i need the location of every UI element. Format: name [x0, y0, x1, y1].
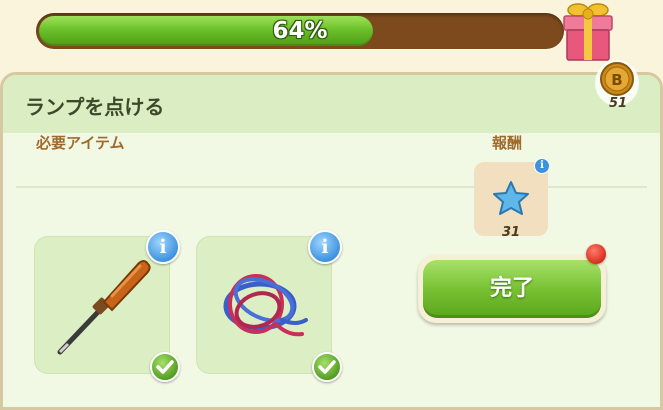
- check-icon: [150, 352, 180, 382]
- required-item-wires[interactable]: i: [196, 230, 342, 382]
- coin-symbol: B: [611, 71, 622, 89]
- section-divider: [16, 186, 647, 188]
- check-icon: [312, 352, 342, 382]
- screwdriver-icon: [57, 260, 151, 355]
- reward-info-icon[interactable]: i: [534, 158, 550, 174]
- required-item-screwdriver[interactable]: i: [34, 230, 180, 382]
- quest-title: ランプを点ける: [25, 95, 165, 119]
- reward-count: 31: [501, 225, 521, 240]
- complete-button[interactable]: 完了: [418, 255, 606, 323]
- wires-icon: [223, 274, 308, 337]
- panel-header: ランプを点ける: [3, 75, 660, 133]
- reward-label: 報酬: [492, 134, 523, 152]
- complete-button-label: 完了: [423, 260, 601, 318]
- info-icon[interactable]: i: [308, 230, 342, 264]
- required-items-label: 必要アイテム: [36, 134, 125, 152]
- notification-dot: [586, 244, 606, 264]
- progress-percent: 64%: [272, 18, 328, 44]
- gift-icon[interactable]: [556, 0, 620, 64]
- info-icon[interactable]: i: [146, 230, 180, 264]
- star-icon: [493, 181, 529, 215]
- coin-count: 51: [608, 96, 628, 111]
